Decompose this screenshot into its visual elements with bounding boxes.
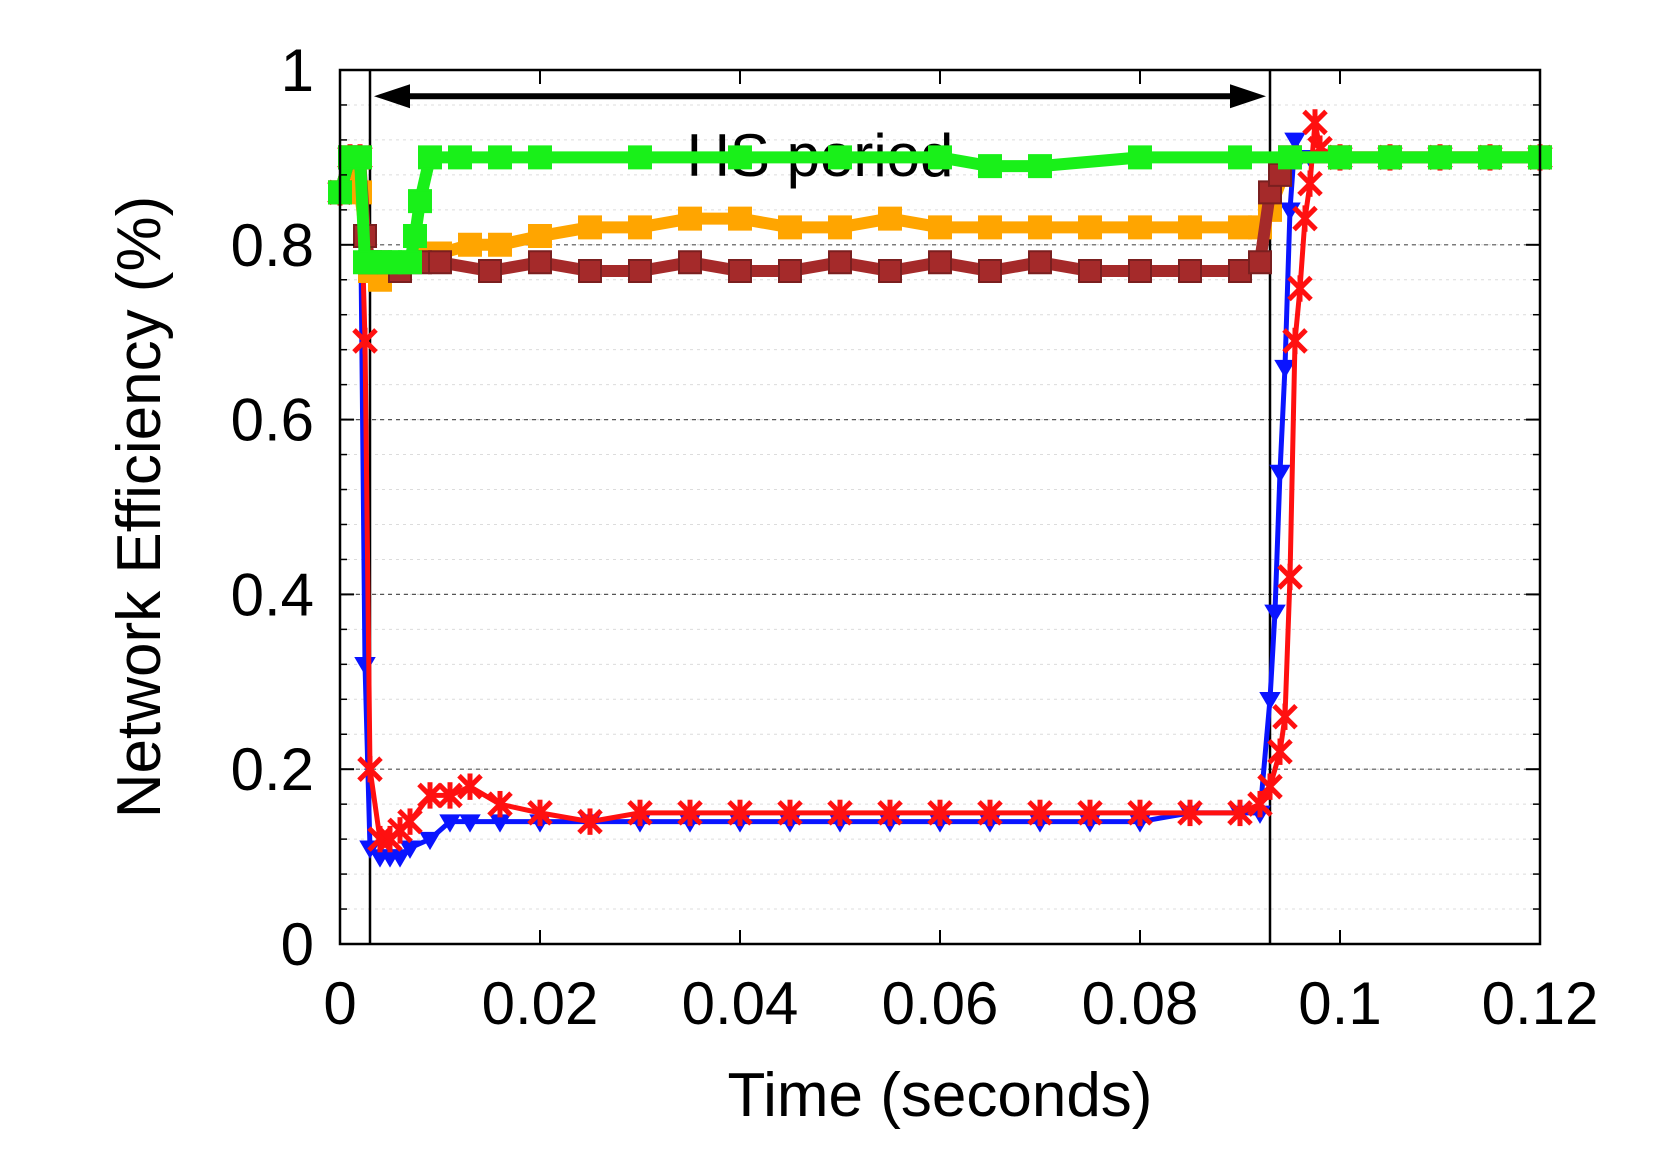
- data-point-green: [1128, 145, 1152, 170]
- data-point-orange: [578, 215, 602, 240]
- line-chart: HS period 0 0.2 0.4 0.6 0.8 1 0 0.02 0.04 0.06 0.0…: [105, 37, 1599, 1130]
- x-axis-title: Time (seconds): [728, 1061, 1153, 1130]
- y-axis-title: Network Efficiency (%): [105, 196, 174, 818]
- data-point-green: [403, 224, 427, 249]
- data-point-orange: [678, 206, 702, 231]
- data-point-brown: [1078, 259, 1102, 284]
- y-tick-label: 0: [281, 911, 314, 978]
- data-point-brown: [1178, 259, 1202, 284]
- data-point-green: [528, 145, 552, 170]
- y-tick-label: 1: [281, 37, 314, 104]
- data-point-orange: [728, 206, 752, 231]
- data-point-green: [488, 145, 512, 170]
- data-point-green: [1228, 145, 1252, 170]
- data-point-orange: [1028, 215, 1052, 240]
- x-tick-label: 0: [323, 970, 356, 1037]
- data-point-orange: [458, 232, 482, 257]
- y-tick-label: 0.6: [231, 387, 314, 454]
- x-tick-label: 0.12: [1482, 970, 1599, 1037]
- data-point-brown: [928, 250, 952, 275]
- data-point-orange: [628, 215, 652, 240]
- annotation-layer: HS period: [374, 84, 1266, 189]
- data-point-orange: [778, 215, 802, 240]
- data-point-brown: [1248, 250, 1272, 275]
- data-point-green: [978, 154, 1002, 179]
- data-point-green: [418, 145, 442, 170]
- data-point-green: [408, 189, 432, 214]
- data-point-brown: [828, 250, 852, 275]
- data-point-orange: [1228, 215, 1252, 240]
- data-point-blue: [1274, 359, 1296, 379]
- data-point-green: [348, 145, 372, 170]
- data-point-brown: [878, 259, 902, 284]
- x-tick-label: 0.08: [1082, 970, 1199, 1037]
- hs-period-arrow-right-head: [1230, 84, 1266, 109]
- x-tick-label: 0.1: [1298, 970, 1381, 1037]
- series-layer: [327, 109, 1553, 868]
- data-point-green: [1028, 154, 1052, 179]
- data-point-orange: [828, 215, 852, 240]
- data-point-red: [1297, 170, 1323, 197]
- data-point-orange: [528, 224, 552, 249]
- data-point-red: [1267, 738, 1293, 765]
- data-point-brown: [978, 259, 1002, 284]
- chart-container: HS period 0 0.2 0.4 0.6 0.8 1 0 0.02 0.04 0.06 0.0…: [0, 0, 1661, 1163]
- y-tick-label: 0.2: [231, 736, 314, 803]
- data-point-brown: [1028, 250, 1052, 275]
- x-tick-label: 0.02: [482, 970, 599, 1037]
- data-point-blue: [1264, 604, 1286, 623]
- data-point-green: [398, 250, 422, 275]
- data-point-red: [1292, 205, 1318, 232]
- data-point-orange: [928, 215, 952, 240]
- data-point-green: [1378, 145, 1402, 170]
- data-point-brown: [678, 250, 702, 275]
- data-point-orange: [1078, 215, 1102, 240]
- data-point-blue: [1269, 464, 1291, 484]
- data-point-orange: [978, 215, 1002, 240]
- x-tick-label: 0.04: [682, 970, 799, 1037]
- y-tick-label: 0.4: [231, 561, 314, 628]
- data-point-orange: [1128, 215, 1152, 240]
- data-point-brown: [628, 259, 652, 284]
- data-point-orange: [878, 206, 902, 231]
- data-point-green: [1278, 145, 1302, 170]
- data-point-green: [1428, 145, 1452, 170]
- data-point-green: [448, 145, 472, 170]
- data-point-brown: [478, 259, 502, 284]
- data-point-green: [828, 145, 852, 170]
- x-tick-label: 0.06: [882, 970, 999, 1037]
- data-point-orange: [488, 232, 512, 257]
- data-point-red: [1272, 703, 1298, 730]
- data-point-red: [1302, 109, 1328, 136]
- data-point-orange: [1178, 215, 1202, 240]
- data-point-brown: [578, 259, 602, 284]
- data-point-brown: [528, 250, 552, 275]
- data-point-red: [457, 773, 483, 800]
- data-point-red: [1287, 275, 1313, 302]
- data-point-green: [728, 145, 752, 170]
- y-tick-label: 0.8: [231, 212, 314, 279]
- data-point-green: [1478, 145, 1502, 170]
- data-point-brown: [728, 259, 752, 284]
- data-point-green: [928, 145, 952, 170]
- data-point-green: [628, 145, 652, 170]
- data-point-red: [1277, 563, 1303, 591]
- data-point-green: [1328, 145, 1352, 170]
- data-point-brown: [1228, 259, 1252, 284]
- data-point-brown: [428, 250, 452, 275]
- data-point-brown: [1128, 259, 1152, 284]
- data-point-red: [352, 327, 378, 355]
- data-point-brown: [778, 259, 802, 284]
- series-line-blue: [337, 137, 1540, 860]
